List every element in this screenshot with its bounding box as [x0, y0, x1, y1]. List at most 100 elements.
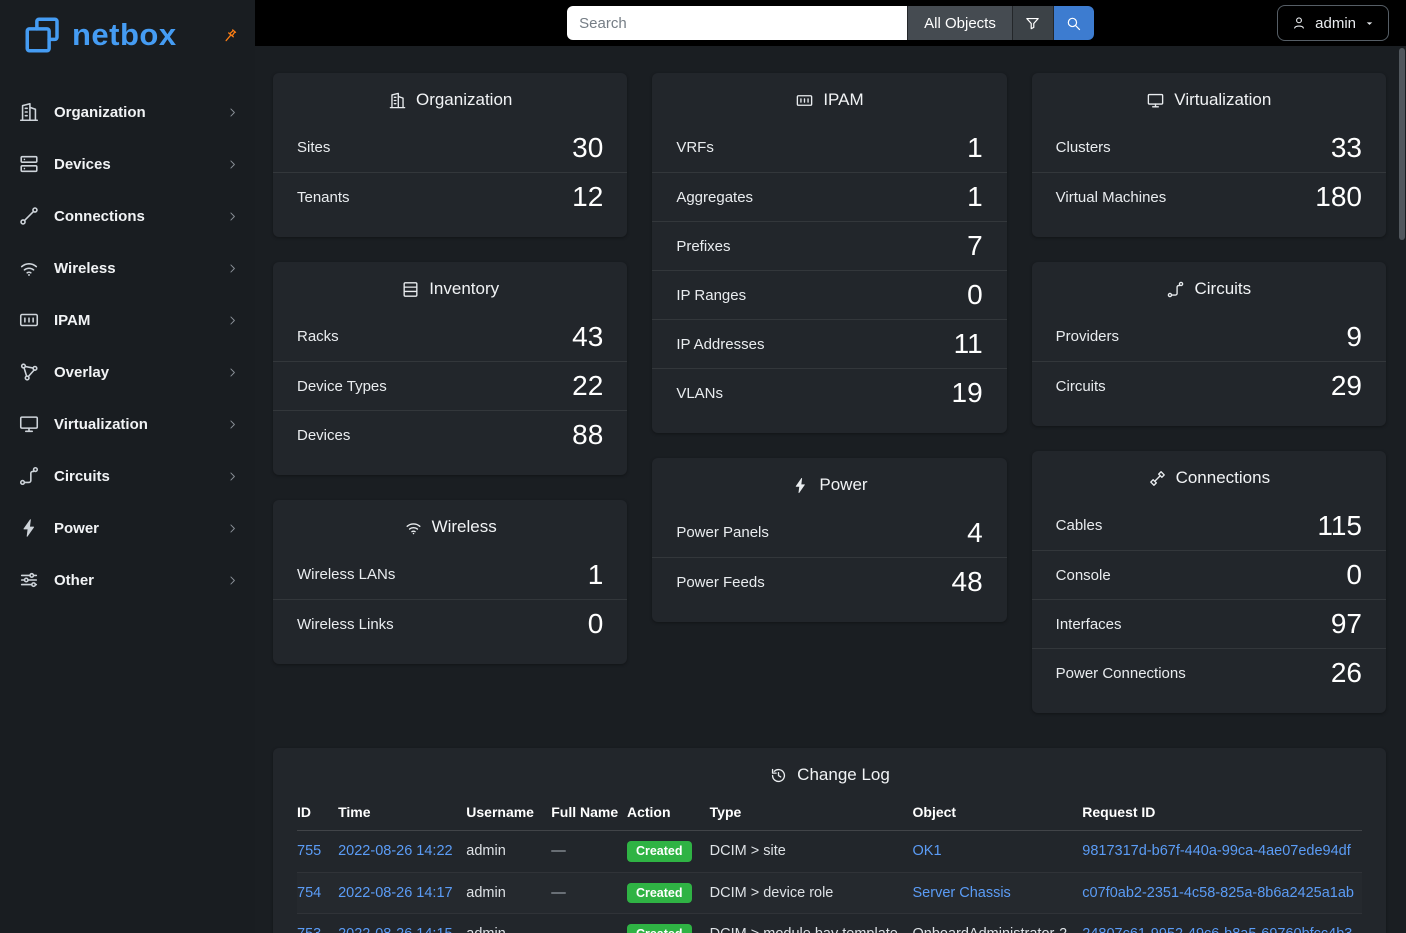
chevron-right-icon	[226, 210, 239, 223]
stat-value-prefixes[interactable]: 7	[967, 230, 983, 262]
stat-label: Clusters	[1056, 139, 1111, 156]
card-organization: Organization Sites30Tenants12	[273, 73, 627, 237]
filter-button[interactable]	[1012, 6, 1053, 40]
changelog-request-link[interactable]: 24807c61-9952-49c6-b8a5-69760bfcc4b3	[1082, 926, 1352, 933]
stat-value-ip-ranges[interactable]: 0	[967, 279, 983, 311]
graph-icon	[18, 361, 40, 383]
stat-label: Console	[1056, 567, 1111, 584]
stat-value-console[interactable]: 0	[1346, 559, 1362, 591]
vertical-scrollbar-thumb[interactable]	[1399, 48, 1405, 240]
stat-row-tenants: Tenants12	[273, 172, 627, 221]
chevron-right-icon	[226, 418, 239, 431]
sidebar-item-label: Overlay	[54, 364, 212, 381]
sidebar-pin-icon[interactable]	[221, 27, 239, 45]
search-button[interactable]	[1053, 6, 1094, 40]
stat-value-wireless-links[interactable]: 0	[588, 608, 604, 640]
sidebar-item-other[interactable]: Other	[0, 554, 255, 606]
sidebar-item-organization[interactable]: Organization	[0, 86, 255, 138]
sidebar-item-label: Connections	[54, 208, 212, 225]
stat-value-power-feeds[interactable]: 48	[952, 566, 983, 598]
card-title: Circuits	[1194, 279, 1251, 299]
stat-label: Power Feeds	[676, 574, 764, 591]
card-title-row: Organization	[273, 73, 627, 123]
netbox-logo[interactable]: netbox	[22, 14, 177, 56]
adjust-icon	[18, 569, 40, 591]
stat-value-vlans[interactable]: 19	[952, 377, 983, 409]
changelog-time-link[interactable]: 2022-08-26 14:15	[338, 926, 453, 933]
sidebar-item-devices[interactable]: Devices	[0, 138, 255, 190]
sidebar-item-ipam[interactable]: IPAM	[0, 294, 255, 346]
changelog-id-link[interactable]: 753	[297, 926, 321, 933]
stat-label: Wireless LANs	[297, 566, 395, 583]
stat-value-aggregates[interactable]: 1	[967, 181, 983, 213]
changelog-object-link[interactable]: Server Chassis	[913, 885, 1011, 901]
stat-value-vrfs[interactable]: 1	[967, 132, 983, 164]
stat-row-ip-addresses: IP Addresses 11	[652, 319, 1006, 368]
stat-value-device-types[interactable]: 22	[572, 370, 603, 402]
stat-value-clusters[interactable]: 33	[1331, 132, 1362, 164]
stat-label: Interfaces	[1056, 616, 1122, 633]
object-type-dropdown[interactable]: All Objects	[907, 6, 1012, 40]
sidebar-item-power[interactable]: Power	[0, 502, 255, 554]
monitor-icon	[18, 413, 40, 435]
stat-value-power-connections[interactable]: 26	[1331, 657, 1362, 689]
stat-value-circuits[interactable]: 29	[1331, 370, 1362, 402]
stat-value-tenants[interactable]: 12	[572, 181, 603, 213]
sidebar-item-circuits[interactable]: Circuits	[0, 450, 255, 502]
changelog-request-link[interactable]: c07f0ab2-2351-4c58-825a-8b6a2425a1ab	[1082, 885, 1354, 901]
sidebar-item-wireless[interactable]: Wireless	[0, 242, 255, 294]
cell-type: DCIM > site	[710, 831, 913, 873]
stat-value-racks[interactable]: 43	[572, 321, 603, 353]
stat-value-cables[interactable]: 115	[1317, 510, 1362, 542]
sidebar-item-label: Circuits	[54, 468, 212, 485]
changelog-header-row: IDTimeUsernameFull NameActionTypeObjectR…	[297, 798, 1362, 831]
stat-value-power-panels[interactable]: 4	[967, 517, 983, 549]
stat-label: IP Addresses	[676, 336, 764, 353]
sidebar-item-virtualization[interactable]: Virtualization	[0, 398, 255, 450]
stat-label: Providers	[1056, 328, 1119, 345]
sidebar-item-connections[interactable]: Connections	[0, 190, 255, 242]
chevron-right-icon	[226, 106, 239, 119]
search-icon	[1065, 15, 1082, 32]
stat-value-providers[interactable]: 9	[1346, 321, 1362, 353]
chevron-right-icon	[226, 470, 239, 483]
changelog-id-link[interactable]: 755	[297, 843, 321, 859]
stat-label: Virtual Machines	[1056, 189, 1167, 206]
cell-object: OK1	[913, 831, 1083, 873]
changelog-title-row: Change Log	[273, 748, 1386, 798]
cell-type: DCIM > module bay template	[710, 914, 913, 933]
stat-value-wireless-lans[interactable]: 1	[588, 559, 604, 591]
sidebar-item-label: IPAM	[54, 312, 212, 329]
user-menu-button[interactable]: admin	[1277, 5, 1389, 41]
column-header-action: Action	[627, 798, 710, 831]
cell-request-id: c07f0ab2-2351-4c58-825a-8b6a2425a1ab	[1082, 872, 1362, 914]
dashboard: Organization Sites30Tenants12 InventoryRac…	[273, 73, 1386, 713]
stat-value-interfaces[interactable]: 97	[1331, 608, 1362, 640]
changelog-time-link[interactable]: 2022-08-26 14:22	[338, 843, 453, 859]
stat-label: Wireless Links	[297, 616, 394, 633]
stat-row-virtual-machines: Virtual Machines 180	[1032, 172, 1386, 221]
changelog-id-link[interactable]: 754	[297, 885, 321, 901]
stat-value-devices[interactable]: 88	[572, 419, 603, 451]
stat-value-sites[interactable]: 30	[572, 132, 603, 164]
stat-value-virtual-machines[interactable]: 180	[1315, 181, 1362, 213]
lightning-icon	[18, 517, 40, 539]
card-inventory: InventoryRacks43Device Types22Devices88	[273, 262, 627, 475]
sidebar-item-overlay[interactable]: Overlay	[0, 346, 255, 398]
brand-name: netbox	[72, 17, 177, 53]
history-icon	[769, 766, 788, 785]
sidebar-item-label: Devices	[54, 156, 212, 173]
card-title: Organization	[416, 90, 512, 110]
changelog-object-link[interactable]: OK1	[913, 843, 942, 859]
changelog-request-link[interactable]: 9817317d-b67f-440a-99ca-4ae07ede94df	[1082, 843, 1350, 859]
stat-row-sites: Sites30	[273, 123, 627, 172]
search-input[interactable]	[567, 6, 907, 40]
stat-value-ip-addresses[interactable]: 11	[954, 328, 983, 360]
transit-icon	[1166, 280, 1185, 299]
card-title-row: Circuits	[1032, 262, 1386, 312]
stat-label: Prefixes	[676, 238, 730, 255]
changelog-time-link[interactable]: 2022-08-26 14:17	[338, 885, 453, 901]
stat-label: Cables	[1056, 517, 1103, 534]
card-title-row: Inventory	[273, 262, 627, 312]
chevron-right-icon	[226, 262, 239, 275]
